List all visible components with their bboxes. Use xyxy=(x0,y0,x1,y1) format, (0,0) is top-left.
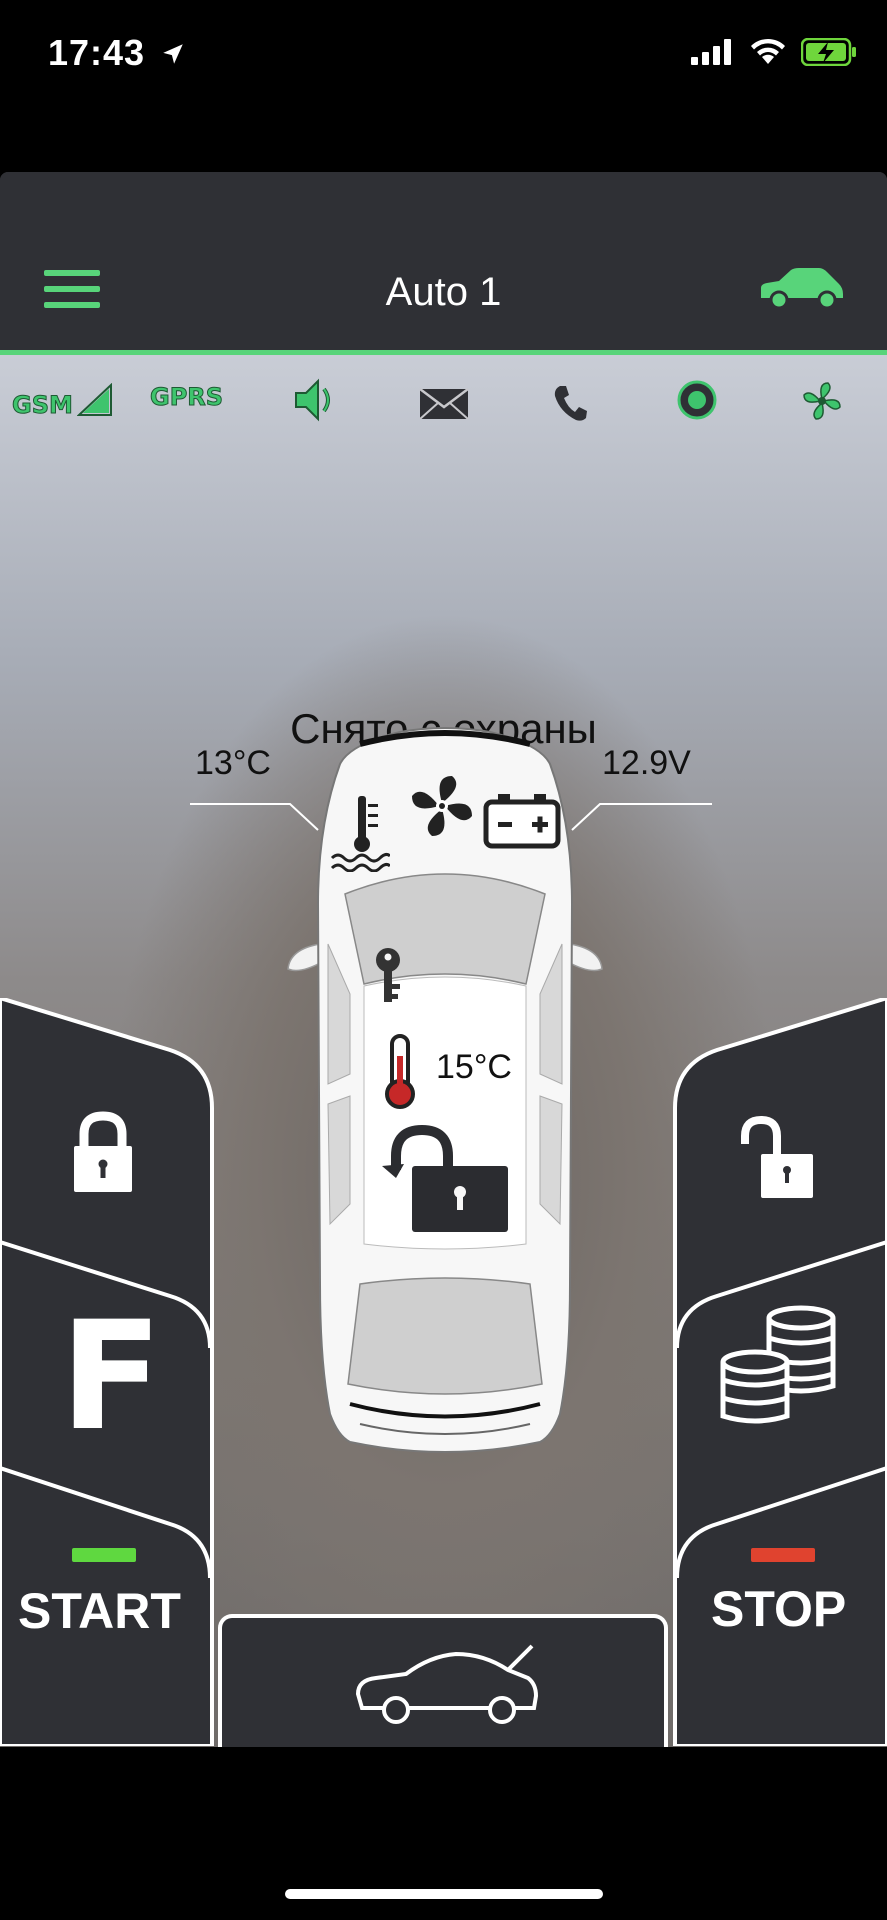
balance-button[interactable] xyxy=(687,1262,887,1462)
cabin-temp-label: 15°C xyxy=(436,1048,512,1086)
stop-label: STOP xyxy=(711,1581,847,1637)
unlock-icon xyxy=(741,1115,813,1198)
location-arrow-icon xyxy=(163,44,183,64)
stop-led xyxy=(751,1548,815,1562)
battery-icon xyxy=(483,794,561,849)
lock-icon xyxy=(74,1111,132,1192)
function-button[interactable]: F xyxy=(0,1262,200,1464)
trunk-button[interactable] xyxy=(218,1614,668,1747)
key-icon xyxy=(376,948,400,1002)
wifi-icon xyxy=(751,38,785,64)
stop-button[interactable]: STOP xyxy=(687,1482,887,1702)
car-trunk-icon xyxy=(355,1644,539,1724)
cellular-signal-icon xyxy=(691,39,731,65)
coolant-temp-icon xyxy=(330,796,390,872)
status-time-text: 17:43 xyxy=(48,32,146,73)
start-button[interactable]: START xyxy=(0,1482,205,1702)
status-bar: 17:43 xyxy=(0,0,887,110)
fan-icon xyxy=(412,776,472,836)
start-label: START xyxy=(18,1583,181,1639)
thermometer-icon xyxy=(385,1034,415,1109)
unlocked-padlock-icon xyxy=(382,1124,508,1232)
status-time: 17:43 xyxy=(48,32,186,74)
unlock-button[interactable] xyxy=(687,1052,887,1242)
function-label: F xyxy=(60,1290,163,1464)
start-led xyxy=(72,1548,136,1562)
coins-icon xyxy=(720,1305,836,1424)
app-window: Auto 1 GSM GPRS Снято охраны 13°C 12.9V … xyxy=(0,172,887,1747)
lock-button[interactable] xyxy=(0,1052,200,1242)
home-indicator[interactable] xyxy=(285,1889,603,1899)
battery-charging-icon xyxy=(801,38,856,66)
